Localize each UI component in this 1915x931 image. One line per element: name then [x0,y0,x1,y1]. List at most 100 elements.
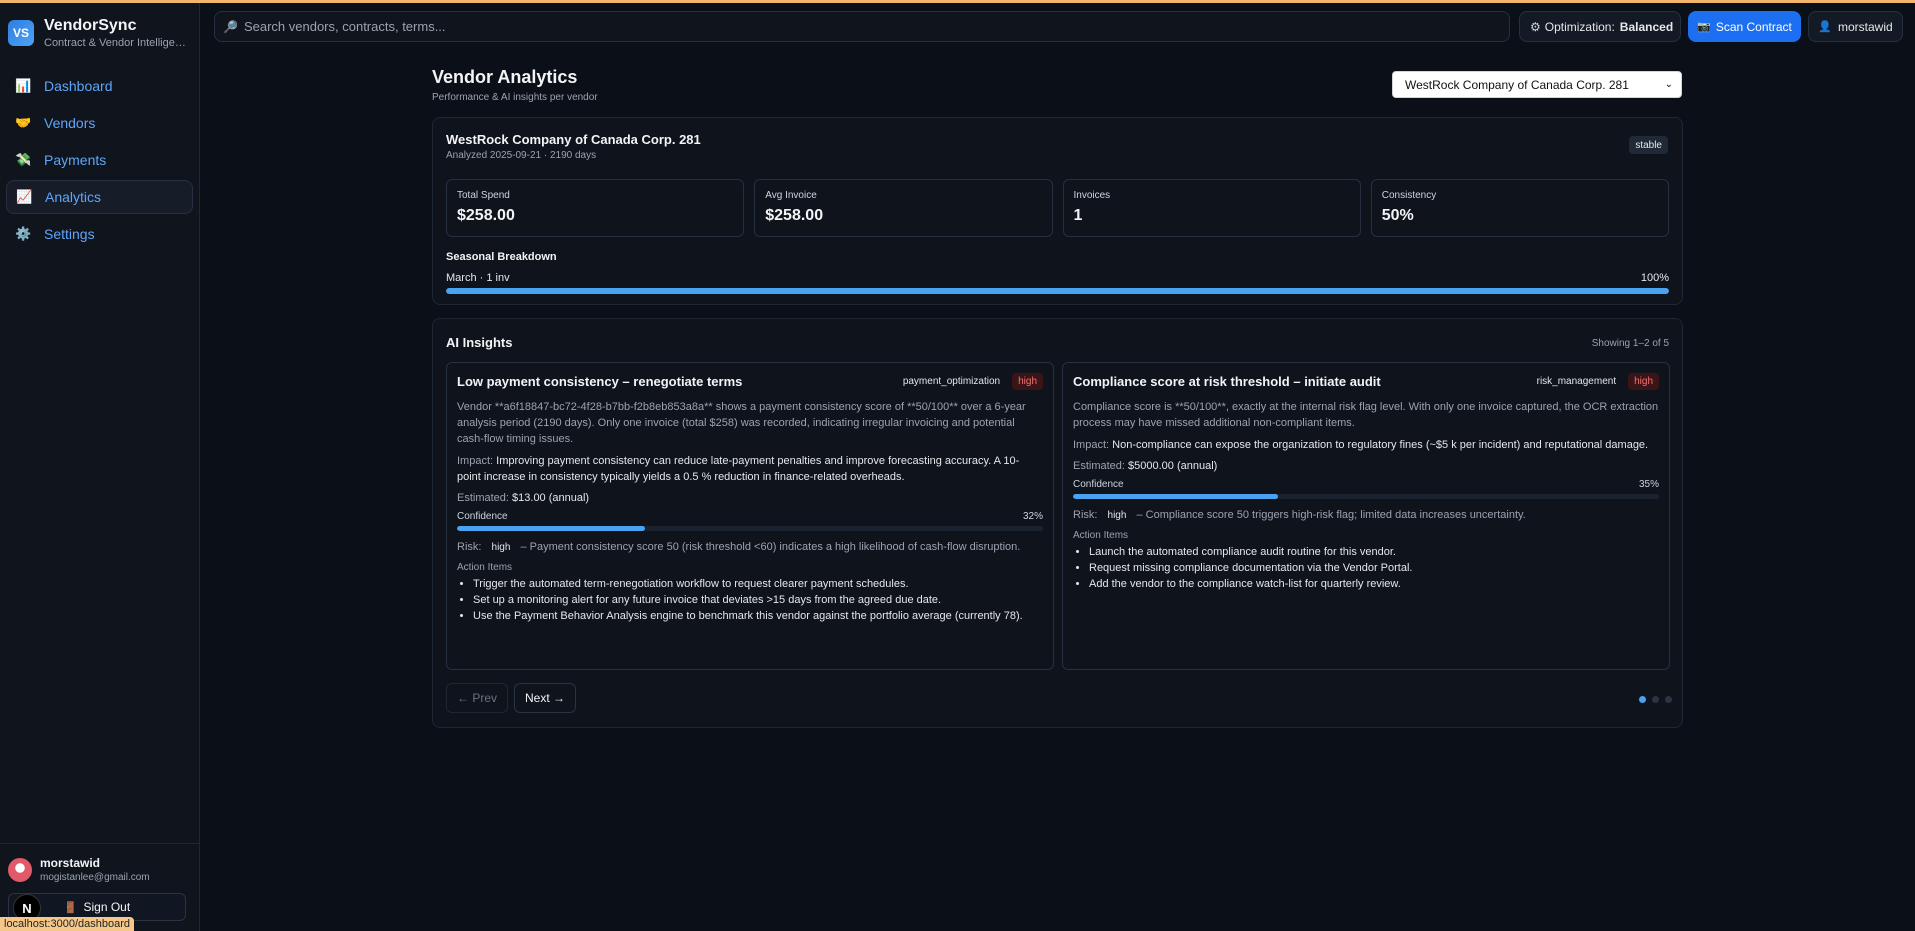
stat-label: Consistency [1381,190,1437,201]
user-name: morstawid [40,856,101,870]
sidebar-item-payments[interactable]: 💸 Payments [6,143,193,177]
trend-badge: stable [1629,136,1668,154]
gear-icon: ⚙️ [15,226,32,241]
vendor-name: WestRock Company of Canada Corp. 281 [446,132,701,147]
search-icon: 🔎 [223,19,238,34]
insight-impact: Impact: Improving payment consistency ca… [457,453,1043,485]
stat-invoices: Invoices 1 [1062,179,1361,237]
prev-button[interactable]: ← Prev [446,683,509,713]
seasonal-percent: 100% [1640,272,1669,284]
impact-label: Impact: [1073,439,1110,451]
seasonal-title: Seasonal Breakdown [446,251,557,263]
sidebar-item-label: Analytics [45,189,102,205]
insights-count: Showing 1–2 of 5 [1591,338,1669,349]
optimization-label: Optimization: [1544,19,1615,34]
page-dot[interactable] [1639,696,1646,703]
risk-level-badge: high [1107,510,1127,521]
insight-description: Vendor **a6f18847-bc72-4f28-b7bb-f2b8eb8… [457,401,1026,445]
category-tag: risk_management [1536,376,1617,387]
action-item: Request missing compliance documentation… [1089,560,1659,576]
confidence-value: 32% [1022,511,1043,522]
sidebar-item-label: Payments [44,152,107,168]
sign-out-label: Sign Out [83,900,131,914]
scan-contract-button[interactable]: 📷 Scan Contract [1688,11,1801,42]
next-button[interactable]: Next → [514,683,577,713]
seasonal-bar-fill [446,288,1669,294]
confidence-row: Confidence 35% [1073,479,1659,490]
handshake-icon: 🤝 [15,115,32,130]
insight-estimated: Estimated: $5000.00 (annual) [1073,460,1659,472]
sidebar-item-settings[interactable]: ⚙️ Settings [6,217,193,251]
action-items-list: Trigger the automated term-renegotiation… [457,576,1043,624]
estimated-label: Estimated: [1073,460,1125,472]
action-item: Add the vendor to the compliance watch-l… [1089,576,1659,592]
action-item: Launch the automated compliance audit ro… [1089,544,1659,560]
priority-badge: high [1012,373,1043,390]
vendor-summary-card: WestRock Company of Canada Corp. 281 Ana… [432,117,1683,305]
user-menu-label: morstawid [1838,19,1893,34]
stat-avg-invoice: Avg Invoice $258.00 [754,179,1053,237]
optimization-toggle[interactable]: ⚙ Optimization: Balanced [1519,11,1681,42]
action-items-title: Action Items [1073,530,1129,541]
stat-label: Invoices [1073,190,1111,201]
risk-text: – Compliance score 50 triggers high-risk… [1136,509,1526,521]
money-icon: 💸 [15,152,32,167]
action-item: Trigger the automated term-renegotiation… [473,576,1043,592]
stats-row: Total Spend $258.00 Avg Invoice $258.00 … [446,179,1669,237]
user-email: mogistanlee@gmail.com [40,872,150,883]
stat-value: 50% [1381,207,1414,224]
page-dot[interactable] [1665,696,1672,703]
brand[interactable]: VS VendorSync Contract & Vendor Intellig… [0,3,199,51]
estimated-value: $5000.00 (annual) [1128,460,1218,472]
top-bar: 🔎 ⚙ Optimization: Balanced 📷 Scan Contra… [200,3,1915,49]
seasonal-row: March · 1 inv 100% [446,272,1669,284]
stat-label: Avg Invoice [765,190,817,201]
sidebar-item-vendors[interactable]: 🤝 Vendors [6,106,193,140]
insight-card: Low payment consistency – renegotiate te… [446,362,1054,670]
insight-card: Compliance score at risk threshold – ini… [1062,362,1670,670]
category-tag: payment_optimization [902,376,1001,387]
search-box[interactable]: 🔎 [214,11,1510,42]
insight-estimated: Estimated: $13.00 (annual) [457,492,1043,504]
sidebar-item-label: Settings [44,226,95,242]
gear-icon: ⚙ [1530,19,1541,34]
risk-label: Risk: [457,541,482,553]
vendor-select[interactable]: WestRock Company of Canada Corp. 281 ⌄ [1392,71,1682,98]
search-input[interactable] [243,19,1444,34]
stat-value: 1 [1073,207,1083,224]
confidence-value: 35% [1638,479,1659,490]
scan-contract-label: Scan Contract [1715,19,1792,34]
sidebar-item-label: Vendors [44,115,96,131]
confidence-label: Confidence [457,511,508,522]
camera-icon: 📷 [1697,21,1711,33]
confidence-label: Confidence [1073,479,1124,490]
estimated-label: Estimated: [457,492,509,504]
trend-icon: 📈 [16,189,33,204]
estimated-value: $13.00 (annual) [512,492,590,504]
status-bar-url: localhost:3000/dashboard [0,917,134,931]
stat-value: $258.00 [765,207,824,224]
action-item: Use the Payment Behavior Analysis engine… [473,608,1043,624]
stat-total-spend: Total Spend $258.00 [446,179,745,237]
risk-label: Risk: [1073,509,1098,521]
optimization-value: Balanced [1619,19,1674,34]
stat-value: $258.00 [457,207,515,224]
stat-consistency: Consistency 50% [1370,179,1669,237]
page-subtitle: Performance & AI insights per vendor [432,92,598,103]
insight-description: Compliance score is **50/100**, exactly … [1073,401,1659,429]
page-dots [1639,696,1672,703]
action-items-title: Action Items [457,562,513,573]
sidebar-item-analytics[interactable]: 📈 Analytics [6,180,193,214]
seasonal-label: March · 1 inv [446,272,510,284]
confidence-bar-fill [457,526,645,531]
user-menu-button[interactable]: 👤 morstawid [1808,11,1903,42]
confidence-bar-fill [1073,494,1279,499]
sidebar-item-dashboard[interactable]: 📊 Dashboard [6,69,193,103]
insight-risk: Risk: high – Payment consistency score 5… [457,539,1043,556]
priority-badge: high [1628,373,1659,390]
page-header: Vendor Analytics Performance & AI insigh… [432,67,598,103]
page-dot[interactable] [1652,696,1659,703]
chevron-down-icon: ⌄ [1664,79,1673,90]
risk-text: – Payment consistency score 50 (risk thr… [520,541,1021,553]
seasonal-bar [446,288,1669,294]
